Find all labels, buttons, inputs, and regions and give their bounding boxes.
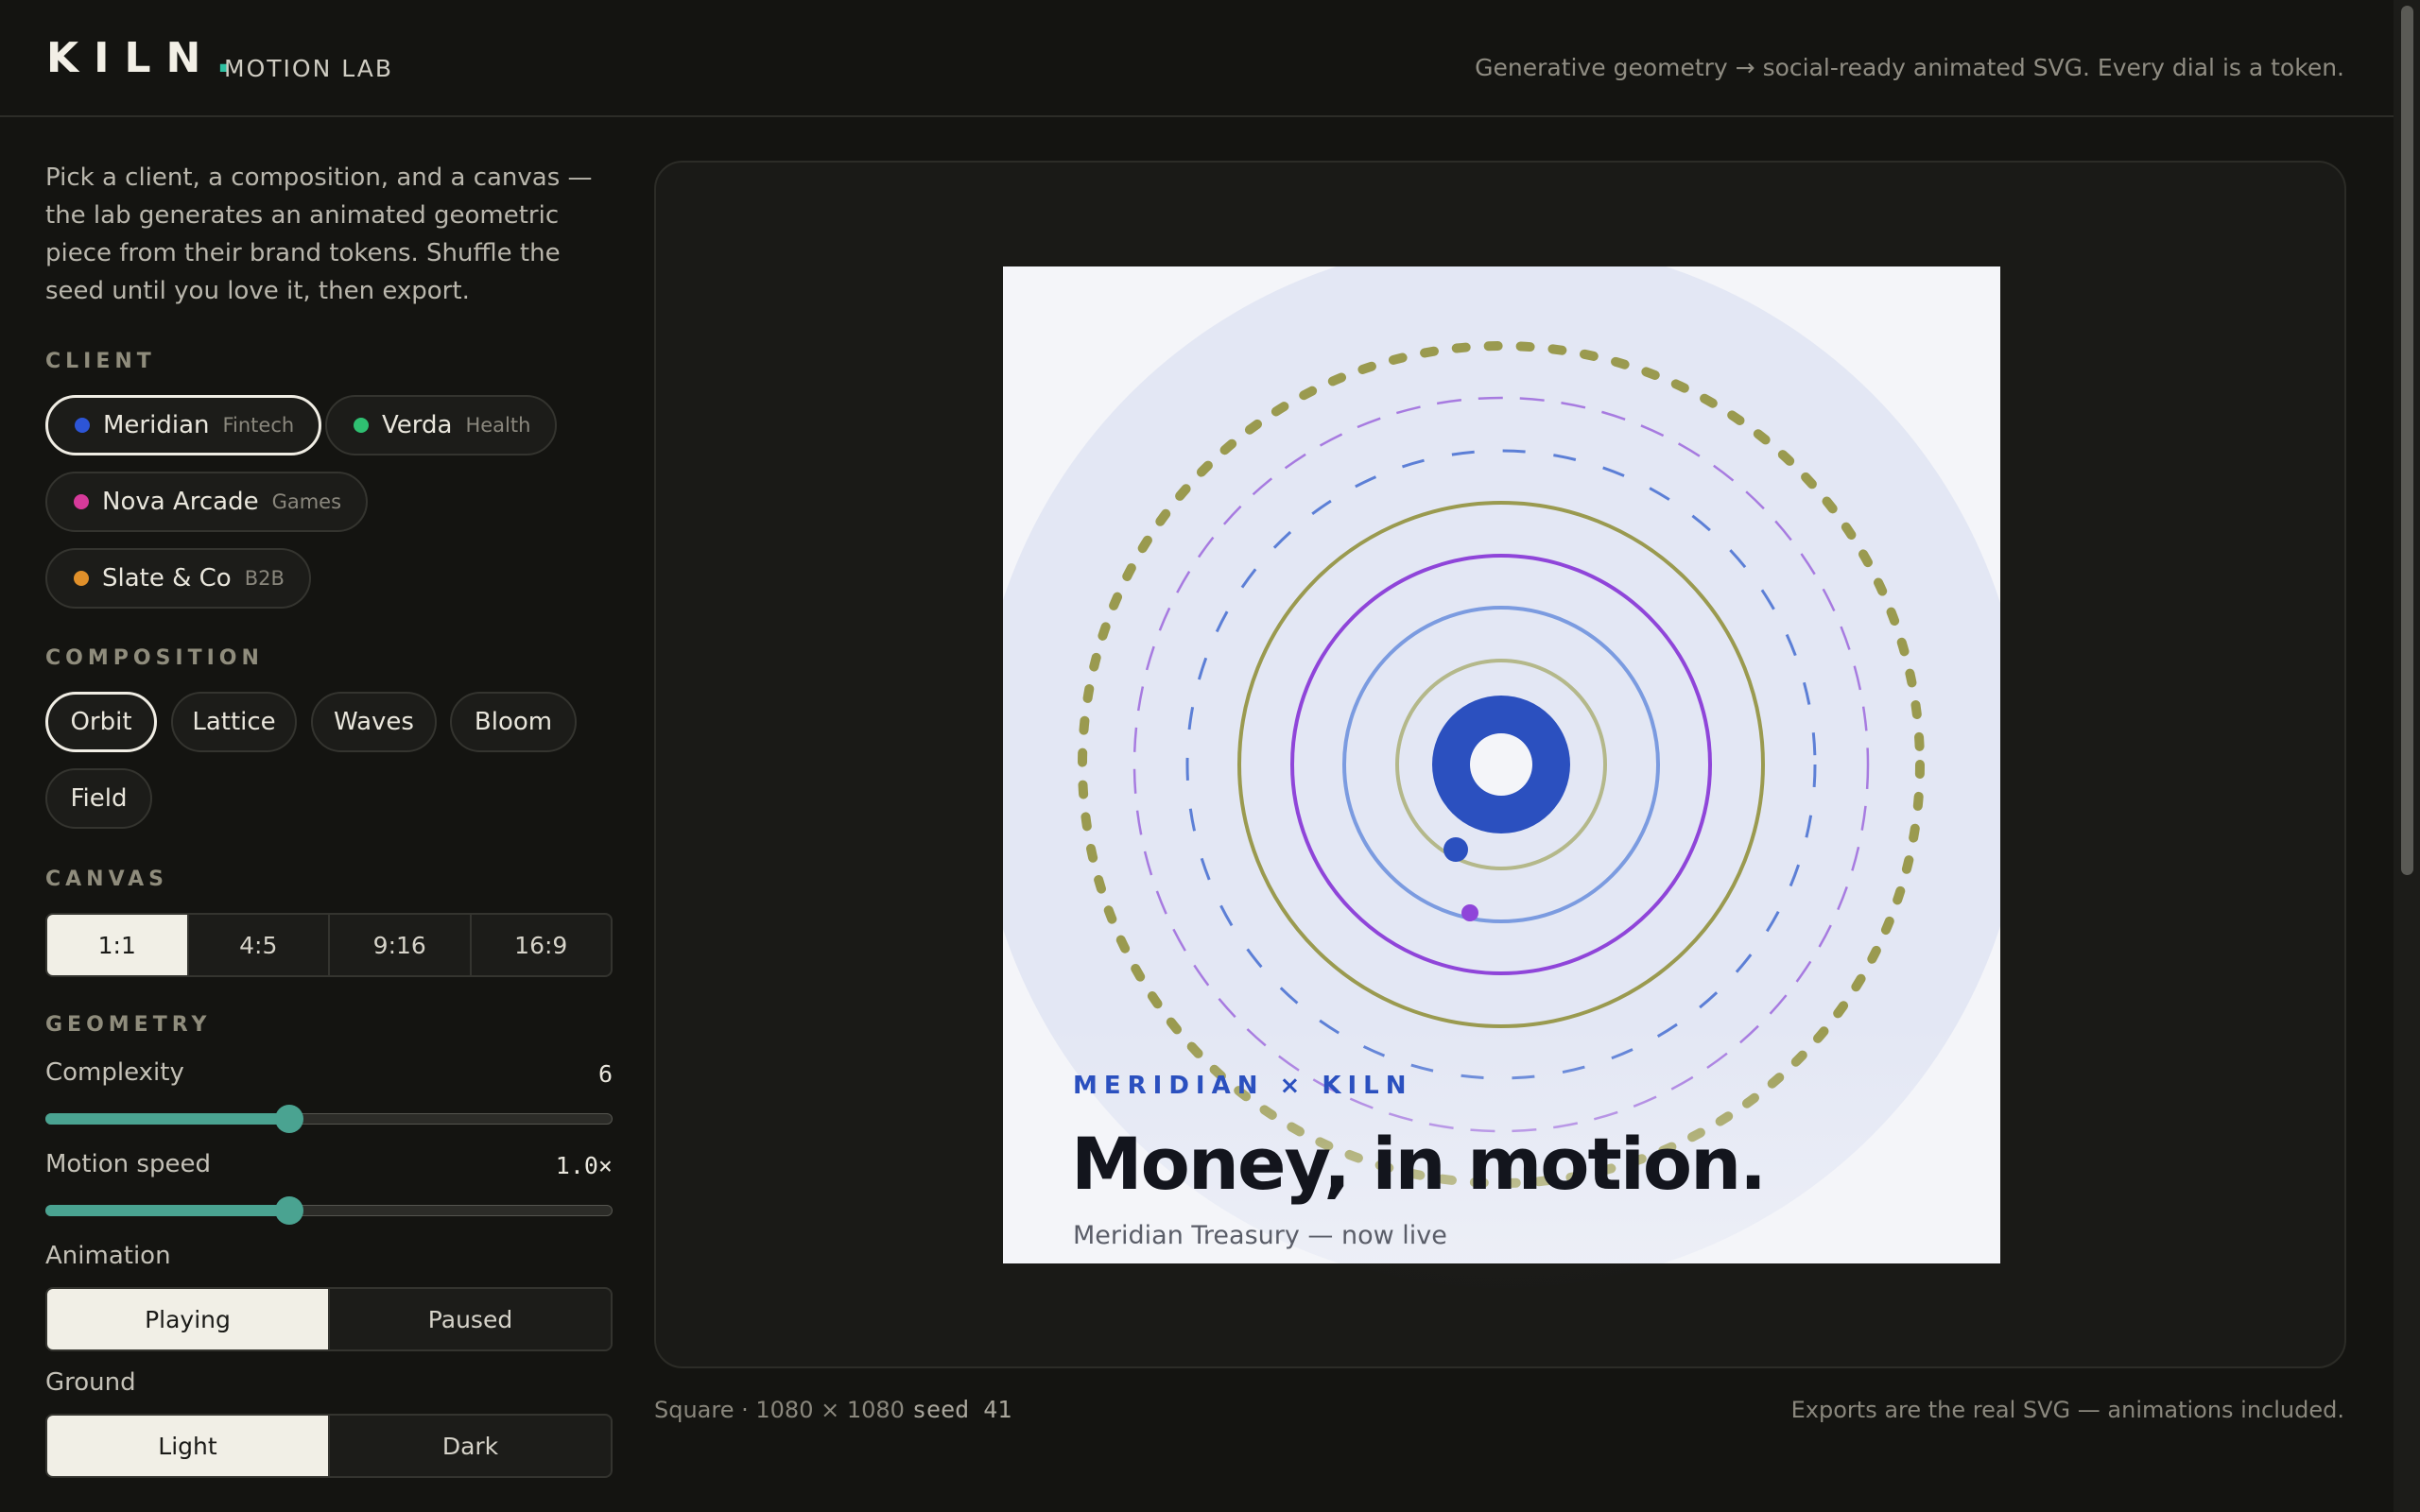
- client-name: Slate & Co: [102, 564, 232, 593]
- slider-fill: [45, 1205, 289, 1216]
- client-color-dot: [75, 418, 90, 433]
- motion-speed-value: 1.0×: [555, 1152, 613, 1179]
- export-note: Exports are the real SVG — animations in…: [1790, 1397, 2344, 1423]
- client-name: Verda: [382, 411, 453, 439]
- client-tag: Games: [271, 490, 342, 513]
- canvas-option-16-9[interactable]: 16:9: [472, 915, 612, 975]
- client-section-label: CLIENT: [45, 350, 156, 373]
- complexity-label: Complexity: [45, 1058, 184, 1087]
- canvas-option-9-16[interactable]: 9:16: [330, 915, 472, 975]
- intro-text: Pick a client, a composition, and a canv…: [45, 163, 593, 305]
- ground-label: Ground: [45, 1368, 136, 1397]
- client-chip-meridian[interactable]: Meridian Fintech: [45, 395, 322, 455]
- app-title: MOTION LAB: [224, 55, 393, 82]
- artboard-subline: Meridian Treasury — now live: [1073, 1221, 1447, 1250]
- tagline: Generative geometry → social-ready anima…: [1475, 54, 2344, 81]
- ground-toggle: Light Dark: [45, 1414, 613, 1478]
- composition-field[interactable]: Field: [45, 768, 152, 829]
- composition-lattice[interactable]: Lattice: [171, 692, 297, 752]
- preview-stage: MERIDIAN × KILN Money, in motion. Meridi…: [654, 161, 2346, 1368]
- composition-bloom[interactable]: Bloom: [450, 692, 577, 752]
- client-color-dot: [354, 418, 369, 433]
- kiln-logo: KILN.: [46, 34, 232, 82]
- composition-waves[interactable]: Waves: [311, 692, 437, 752]
- orbit-core-center: [1470, 733, 1532, 796]
- motion-speed-label: Motion speed: [45, 1150, 211, 1178]
- complexity-slider[interactable]: [45, 1104, 613, 1133]
- client-tag: B2B: [244, 567, 285, 590]
- animation-toggle: Playing Paused: [45, 1287, 613, 1351]
- complexity-value: 6: [597, 1060, 613, 1088]
- slider-thumb[interactable]: [275, 1196, 303, 1225]
- artboard-eyebrow: MERIDIAN × KILN: [1073, 1072, 1413, 1100]
- page-scrollbar[interactable]: [2394, 0, 2420, 1512]
- client-chip-nova-arcade[interactable]: Nova Arcade Games: [45, 472, 369, 532]
- client-color-dot: [74, 571, 89, 586]
- animation-playing[interactable]: Playing: [47, 1289, 330, 1349]
- animation-label: Animation: [45, 1242, 171, 1270]
- seed-readout[interactable]: seed 41: [912, 1396, 1011, 1423]
- ground-dark[interactable]: Dark: [330, 1416, 611, 1476]
- slider-fill: [45, 1113, 289, 1125]
- canvas-section-label: CANVAS: [45, 868, 168, 891]
- artboard: MERIDIAN × KILN Money, in motion. Meridi…: [1003, 266, 2000, 1263]
- client-tag: Fintech: [222, 414, 295, 437]
- client-chip-slate-co[interactable]: Slate & Co B2B: [45, 548, 311, 609]
- orbit-satellite-blue: [1443, 837, 1468, 862]
- client-name: Nova Arcade: [102, 488, 259, 516]
- canvas-format-readout: Square · 1080 × 1080: [654, 1397, 905, 1423]
- orbit-artwork: [1003, 266, 2000, 1263]
- canvas-ratio-selector: 1:1 4:5 9:16 16:9: [45, 913, 613, 977]
- animation-paused[interactable]: Paused: [330, 1289, 611, 1349]
- composition-section-label: COMPOSITION: [45, 646, 264, 670]
- artboard-headline: Money, in motion.: [1071, 1122, 1767, 1206]
- ground-light[interactable]: Light: [47, 1416, 330, 1476]
- motion-speed-slider[interactable]: [45, 1195, 613, 1225]
- client-name: Meridian: [103, 411, 210, 439]
- scrollbar-thumb[interactable]: [2401, 6, 2413, 875]
- top-bar: KILN. MOTION LAB Generative geometry → s…: [0, 0, 2420, 117]
- composition-orbit[interactable]: Orbit: [45, 692, 157, 752]
- canvas-option-1-1[interactable]: 1:1: [47, 915, 189, 975]
- client-color-dot: [74, 494, 89, 509]
- geometry-section-label: GEOMETRY: [45, 1013, 212, 1037]
- client-chip-verda[interactable]: Verda Health: [325, 395, 558, 455]
- slider-thumb[interactable]: [275, 1105, 303, 1133]
- canvas-option-4-5[interactable]: 4:5: [189, 915, 330, 975]
- orbit-satellite-violet: [1461, 904, 1478, 921]
- logo-text: KILN: [46, 34, 216, 82]
- client-tag: Health: [465, 414, 531, 437]
